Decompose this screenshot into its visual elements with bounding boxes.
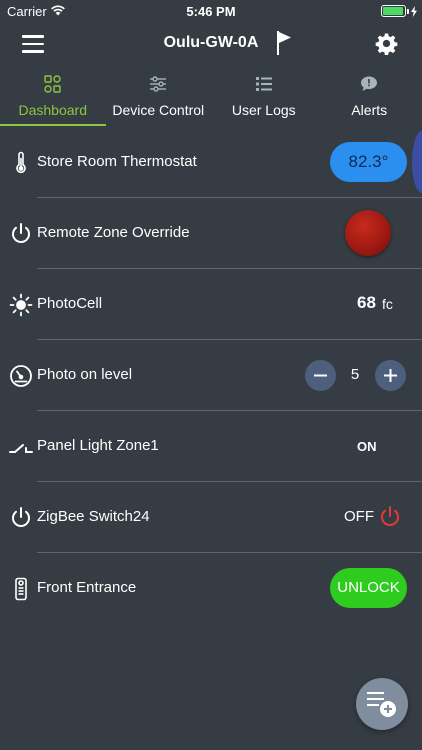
device-label: Front Entrance [37,579,137,596]
list-item-thermostat[interactable]: Store Room Thermostat 82.3° [0,127,422,198]
switch-state-label: OFF [344,508,374,525]
photocell-unit: fc [382,296,393,312]
list-item-zigbee-switch24[interactable]: ZigBee Switch24 OFF [0,482,422,553]
list-item-front-entrance[interactable]: Front Entrance UNLOCK [0,553,422,624]
level-value: 5 [350,366,360,383]
active-tab-indicator [0,124,106,126]
switch-state-toggle[interactable]: ON [357,439,377,454]
switch-icon [9,435,33,459]
dashboard-icon [44,75,62,98]
status-bar: Carrier 5:46 PM [0,0,422,22]
photocell-value: 68 [357,293,376,312]
power-icon [9,222,33,246]
side-panel-edge [412,131,422,193]
add-to-list-button[interactable] [356,678,408,730]
battery-icon [381,5,409,17]
power-icon [9,506,33,530]
thermostat-temperature-button[interactable]: 82.3° [330,142,407,182]
decrement-button[interactable] [305,360,336,391]
tab-label: Alerts [351,102,388,118]
thermometer-icon [9,151,33,175]
list-item-photo-on-level[interactable]: Photo on level 5 [0,340,422,411]
device-label: Panel Light Zone1 [37,437,159,454]
gauge-icon [9,364,33,388]
sun-icon [9,293,33,317]
power-toggle-icon[interactable] [378,505,402,534]
tab-device-control[interactable]: Device Control [106,72,212,126]
device-label: Photo on level [37,366,133,383]
gear-icon[interactable] [375,32,398,60]
clock: 5:46 PM [186,4,236,19]
sliders-icon [149,75,167,98]
tab-label: Device Control [112,102,205,118]
tab-user-logs[interactable]: User Logs [211,72,317,126]
alert-bubble-icon [360,75,378,98]
tab-label: Dashboard [18,102,88,118]
device-label: ZigBee Switch24 [37,508,150,525]
tab-label: User Logs [231,102,296,118]
override-button[interactable] [345,210,391,256]
charging-bolt-icon [411,4,417,22]
tab-bar: Dashboard Device Control User Logs Alert… [0,72,422,126]
list-item-photocell[interactable]: PhotoCell 68 fc [0,269,422,340]
flag-icon[interactable] [276,30,292,61]
tab-alerts[interactable]: Alerts [317,72,422,126]
device-list: Store Room Thermostat 82.3° Remote Zone … [0,127,422,624]
tab-dashboard[interactable]: Dashboard [0,72,106,126]
list-icon [255,75,273,98]
device-label: Store Room Thermostat [37,153,197,170]
device-label: Remote Zone Override [37,224,190,241]
list-item-panel-light-zone1[interactable]: Panel Light Zone1 ON [0,411,422,482]
increment-button[interactable] [375,360,406,391]
remote-icon [9,577,33,601]
unlock-button[interactable]: UNLOCK [330,568,407,608]
device-label: PhotoCell [37,295,103,312]
nav-bar: Oulu-GW-0A [0,22,422,66]
gateway-title: Oulu-GW-0A [163,34,259,51]
